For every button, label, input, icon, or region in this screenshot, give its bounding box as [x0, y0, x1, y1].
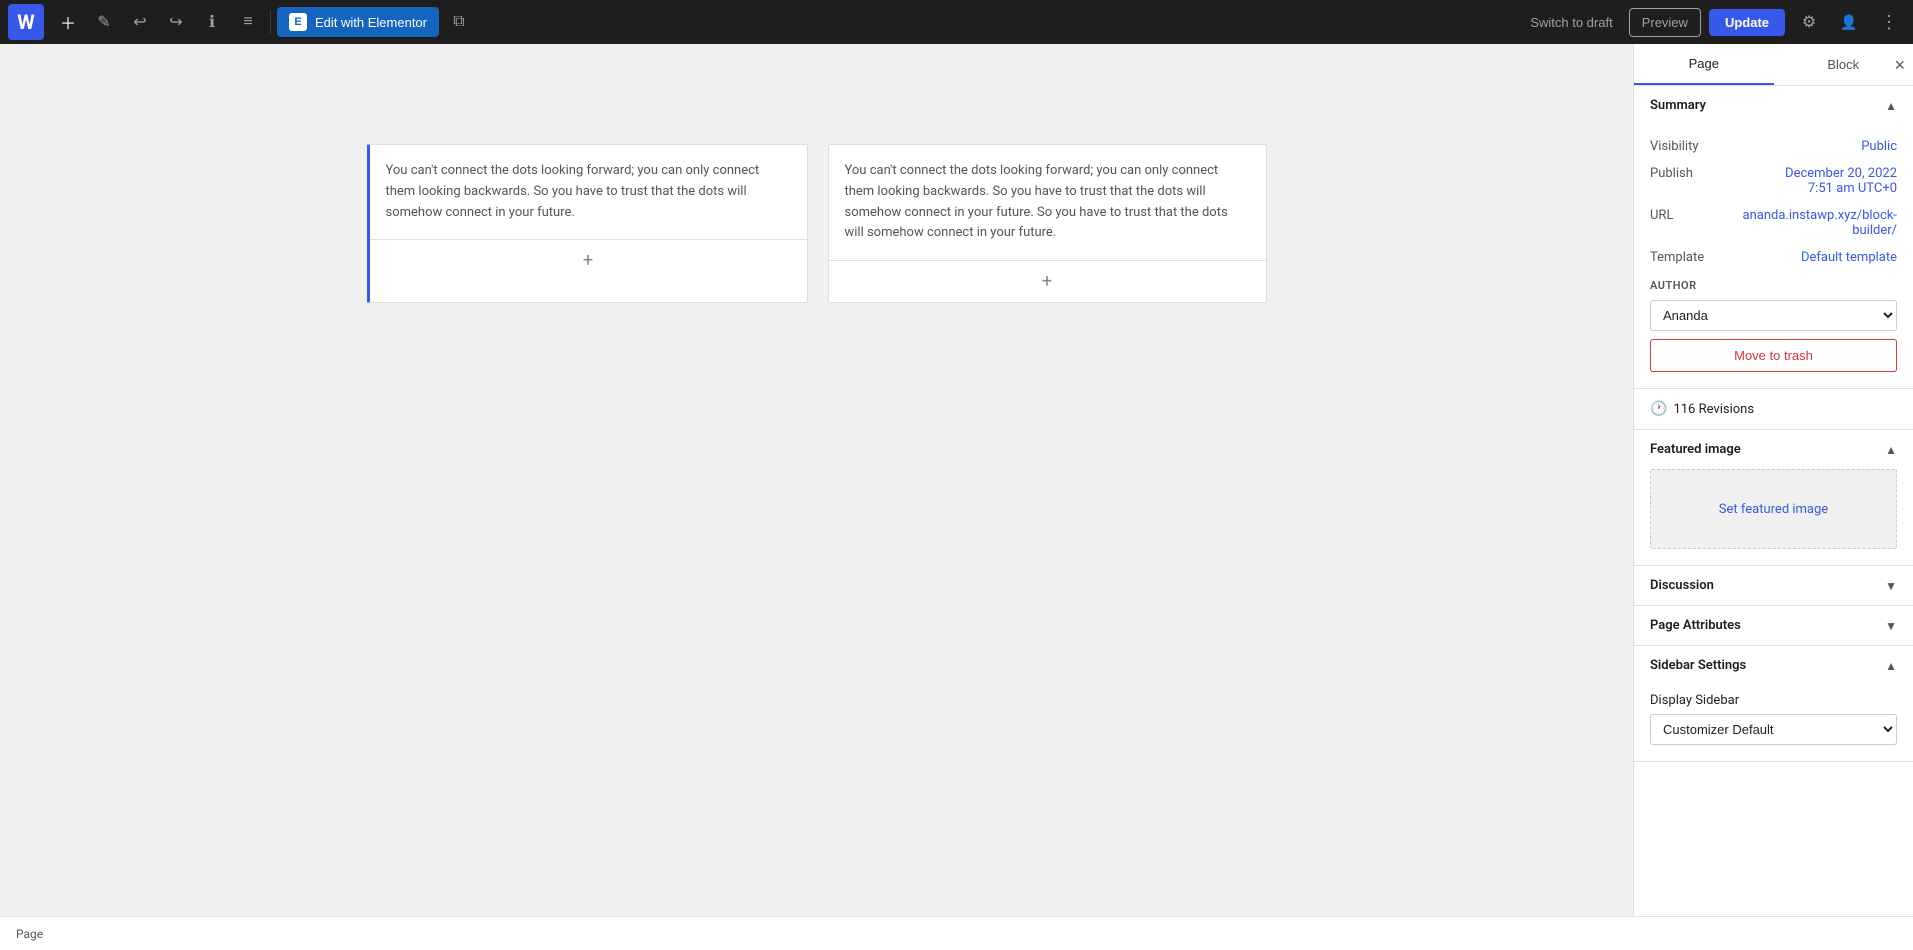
url-row: URL ananda.instawp.xyz/block-builder/ — [1650, 202, 1897, 244]
display-sidebar-select[interactable]: Customizer Default Yes No — [1650, 714, 1897, 745]
list-view-button[interactable]: ≡ — [232, 6, 264, 38]
sidebar-settings-title: Sidebar Settings — [1650, 658, 1746, 673]
add-block-button-1[interactable]: + — [370, 239, 807, 281]
publish-row: Publish December 20, 2022 7:51 am UTC+0 — [1650, 160, 1897, 202]
move-to-trash-button[interactable]: Move to trash — [1650, 339, 1897, 372]
revisions-label: 116 Revisions — [1673, 402, 1754, 417]
edit-icon: ✎ — [97, 12, 110, 32]
publish-label: Publish — [1650, 166, 1693, 181]
featured-image-header[interactable]: Featured image ▲ — [1634, 430, 1913, 469]
page-attributes-chevron: ▼ — [1885, 619, 1897, 633]
add-icon: ＋ — [60, 10, 76, 34]
template-label: Template — [1650, 250, 1704, 265]
summary-chevron: ▲ — [1885, 99, 1897, 113]
more-options-button[interactable]: ⋮ — [1873, 6, 1905, 38]
add-block-button[interactable]: ＋ — [52, 6, 84, 38]
visibility-value[interactable]: Public — [1861, 139, 1897, 154]
copy-icon: ⧉ — [453, 13, 464, 31]
edit-elementor-label: Edit with Elementor — [315, 15, 427, 30]
page-attributes-title: Page Attributes — [1650, 618, 1741, 633]
set-featured-image-link[interactable]: Set featured image — [1719, 502, 1828, 517]
block-card-2[interactable]: You can't connect the dots looking forwa… — [828, 144, 1267, 303]
edit-with-elementor-button[interactable]: E Edit with Elementor — [277, 7, 439, 37]
publish-value[interactable]: December 20, 2022 7:51 am UTC+0 — [1785, 166, 1897, 196]
add-icon-2: + — [1042, 271, 1052, 292]
summary-section: Summary ▲ Visibility Public Publish Dece… — [1634, 86, 1913, 389]
template-value[interactable]: Default template — [1801, 250, 1897, 265]
user-icon: 👤 — [1840, 14, 1857, 31]
tab-page[interactable]: Page — [1634, 44, 1774, 85]
copy-button[interactable]: ⧉ — [443, 6, 475, 38]
sidebar-settings-section: Sidebar Settings ▲ Display Sidebar Custo… — [1634, 646, 1913, 762]
visibility-label: Visibility — [1650, 139, 1699, 154]
template-row: Template Default template — [1650, 244, 1897, 271]
summary-section-header[interactable]: Summary ▲ — [1634, 86, 1913, 125]
canvas: You can't connect the dots looking forwa… — [0, 44, 1633, 916]
footer-label: Page — [16, 927, 43, 941]
main-area: You can't connect the dots looking forwa… — [0, 44, 1913, 916]
add-block-button-2[interactable]: + — [829, 260, 1266, 302]
block-text-1: You can't connect the dots looking forwa… — [370, 145, 807, 239]
add-icon-1: + — [583, 250, 593, 271]
featured-image-chevron: ▲ — [1885, 443, 1897, 457]
revisions-icon: 🕐 — [1650, 401, 1667, 417]
featured-image-area[interactable]: Set featured image — [1650, 469, 1897, 549]
block-text-2: You can't connect the dots looking forwa… — [829, 145, 1266, 260]
redo-icon: ↪ — [169, 12, 182, 32]
block-card-1[interactable]: You can't connect the dots looking forwa… — [367, 144, 808, 303]
canvas-inner: You can't connect the dots looking forwa… — [367, 84, 1267, 303]
discussion-chevron: ▼ — [1885, 579, 1897, 593]
toolbar-divider — [270, 10, 271, 34]
blocks-row: You can't connect the dots looking forwa… — [367, 144, 1267, 303]
footer: Page — [0, 916, 1913, 950]
wp-logo-text: W — [17, 10, 35, 34]
edit-tool-button[interactable]: ✎ — [88, 6, 120, 38]
visibility-row: Visibility Public — [1650, 133, 1897, 160]
info-icon: ℹ — [209, 12, 215, 32]
discussion-title: Discussion — [1650, 578, 1714, 593]
toolbar-right: Switch to draft Preview Update ⚙ 👤 ⋮ — [1522, 6, 1905, 38]
switch-to-draft-button[interactable]: Switch to draft — [1522, 9, 1620, 36]
tab-block[interactable]: Block — [1774, 44, 1913, 85]
discussion-section: Discussion ▼ — [1634, 566, 1913, 606]
sidebar-settings-content: Display Sidebar Customizer Default Yes N… — [1634, 685, 1913, 761]
info-button[interactable]: ℹ — [196, 6, 228, 38]
display-sidebar-select-row: Customizer Default Yes No — [1650, 714, 1897, 745]
page-attributes-section: Page Attributes ▼ — [1634, 606, 1913, 646]
more-icon: ⋮ — [1880, 12, 1898, 33]
undo-icon: ↩ — [133, 12, 146, 32]
user-avatar-button[interactable]: 👤 — [1833, 6, 1865, 38]
discussion-header[interactable]: Discussion ▼ — [1634, 566, 1913, 605]
close-sidebar-button[interactable]: × — [1894, 56, 1905, 74]
revisions-row[interactable]: 🕐 116 Revisions — [1634, 389, 1913, 430]
sidebar: Page Block × Summary ▲ Visibility Public — [1633, 44, 1913, 916]
author-select[interactable]: Ananda — [1650, 300, 1897, 331]
sidebar-settings-chevron: ▲ — [1885, 659, 1897, 673]
sidebar-tabs: Page Block × — [1634, 44, 1913, 86]
gear-icon: ⚙ — [1802, 12, 1816, 32]
elementor-icon: E — [289, 13, 307, 31]
redo-button[interactable]: ↪ — [160, 6, 192, 38]
preview-button[interactable]: Preview — [1629, 8, 1701, 37]
url-label: URL — [1650, 208, 1673, 223]
author-section: AUTHOR Ananda — [1650, 279, 1897, 331]
featured-image-title: Featured image — [1650, 442, 1741, 457]
sidebar-settings-header[interactable]: Sidebar Settings ▲ — [1634, 646, 1913, 685]
settings-button[interactable]: ⚙ — [1793, 6, 1825, 38]
summary-title: Summary — [1650, 98, 1706, 113]
summary-content: Visibility Public Publish December 20, 2… — [1634, 125, 1913, 388]
close-icon: × — [1894, 55, 1905, 75]
author-label: AUTHOR — [1650, 279, 1897, 292]
toolbar: W ＋ ✎ ↩ ↪ ℹ ≡ E Edit with Elementor ⧉ Sw… — [0, 0, 1913, 44]
undo-button[interactable]: ↩ — [124, 6, 156, 38]
page-attributes-header[interactable]: Page Attributes ▼ — [1634, 606, 1913, 645]
wp-logo: W — [8, 4, 44, 40]
featured-image-section: Featured image ▲ Set featured image — [1634, 430, 1913, 566]
display-sidebar-label: Display Sidebar — [1650, 693, 1897, 708]
update-button[interactable]: Update — [1709, 9, 1785, 36]
list-icon: ≡ — [243, 13, 252, 31]
url-value[interactable]: ananda.instawp.xyz/block-builder/ — [1737, 208, 1897, 238]
